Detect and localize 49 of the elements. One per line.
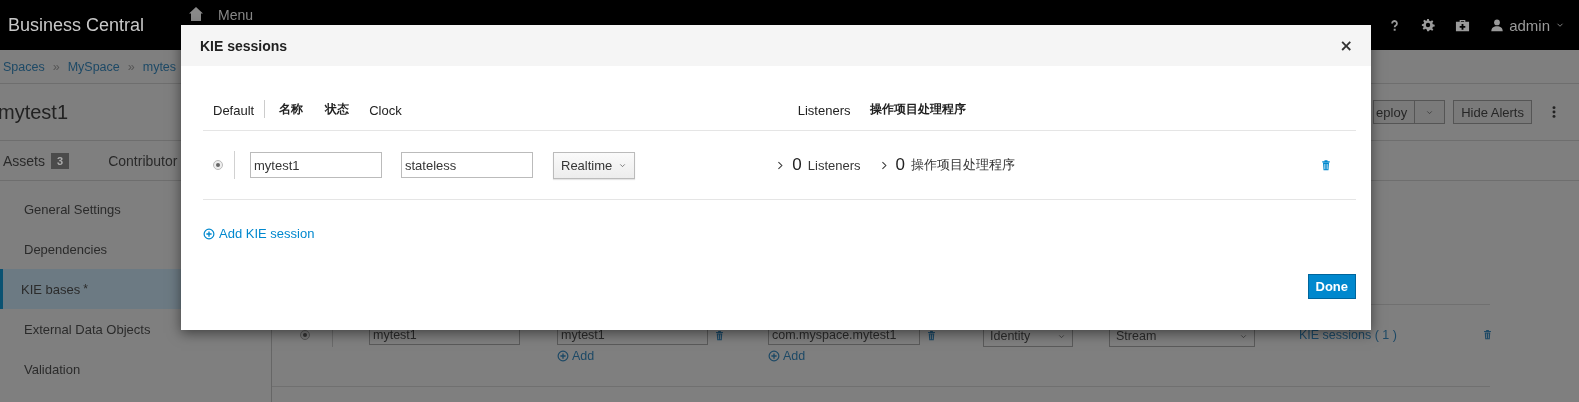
home-icon xyxy=(188,6,204,22)
count: 0 xyxy=(895,155,905,175)
plus-circle-icon xyxy=(557,350,569,362)
count-badge: 3 xyxy=(51,152,70,169)
name-field[interactable]: mytest1 xyxy=(250,152,382,178)
tab[interactable]: Contributor xyxy=(108,152,178,169)
column-header: Listeners xyxy=(797,103,851,118)
plus-circle-icon xyxy=(768,350,780,362)
hide-alerts-button[interactable]: Hide Alerts xyxy=(1453,100,1532,124)
user-icon xyxy=(1490,18,1505,32)
breadcrumb-link[interactable]: Spaces xyxy=(3,59,45,74)
clock-select[interactable]: Realtime xyxy=(553,151,636,179)
trash-icon xyxy=(1320,159,1332,171)
breadcrumb-separator: » xyxy=(127,59,135,74)
count-label[interactable]: 操作项目处理程序 xyxy=(911,156,1015,174)
breadcrumb-link[interactable]: mytes xyxy=(142,59,177,74)
count: 0 xyxy=(792,155,802,175)
add-link[interactable]: Add xyxy=(768,349,937,363)
sidebar-item[interactable]: Validation xyxy=(0,349,271,389)
close-button[interactable]: × xyxy=(1339,36,1353,55)
plus-circle-icon xyxy=(203,227,215,240)
column-header: 名称 xyxy=(279,101,304,118)
menu-link[interactable]: Menu xyxy=(218,7,254,23)
dropdown-button[interactable] xyxy=(1415,100,1446,124)
breadcrumb-separator: » xyxy=(52,59,60,74)
trash-icon xyxy=(714,329,725,341)
add-session-link[interactable]: Add KIE session xyxy=(203,226,315,241)
column-header: Default xyxy=(213,103,255,118)
briefcase-icon xyxy=(1455,17,1471,33)
deploy-button[interactable]: eploy xyxy=(1373,100,1416,124)
breadcrumb-link[interactable]: MySpace xyxy=(67,59,120,74)
add-link[interactable]: Add xyxy=(557,349,725,363)
kie-sessions-link[interactable]: KIE sessions ( 1 ) xyxy=(1299,328,1397,342)
trash-icon xyxy=(926,329,937,341)
app-title: Business Central xyxy=(8,14,146,36)
type-field[interactable]: stateless xyxy=(401,152,533,178)
user-menu[interactable]: admin xyxy=(1490,16,1565,34)
settings-icon xyxy=(1421,18,1436,32)
dialog-title: KIE sessions xyxy=(200,37,288,54)
done-button[interactable]: Done xyxy=(1307,274,1356,299)
user-name: admin xyxy=(1509,16,1550,34)
radio-button[interactable] xyxy=(213,160,223,170)
trash-icon xyxy=(1481,329,1493,340)
column-header: 状态 xyxy=(325,101,350,118)
tab[interactable]: Assets 3 xyxy=(3,152,70,169)
project-title: mytest1 xyxy=(0,100,69,124)
count-label[interactable]: Listeners xyxy=(807,157,861,173)
column-header: 操作项目处理程序 xyxy=(870,101,967,118)
column-header: Clock xyxy=(369,103,402,118)
